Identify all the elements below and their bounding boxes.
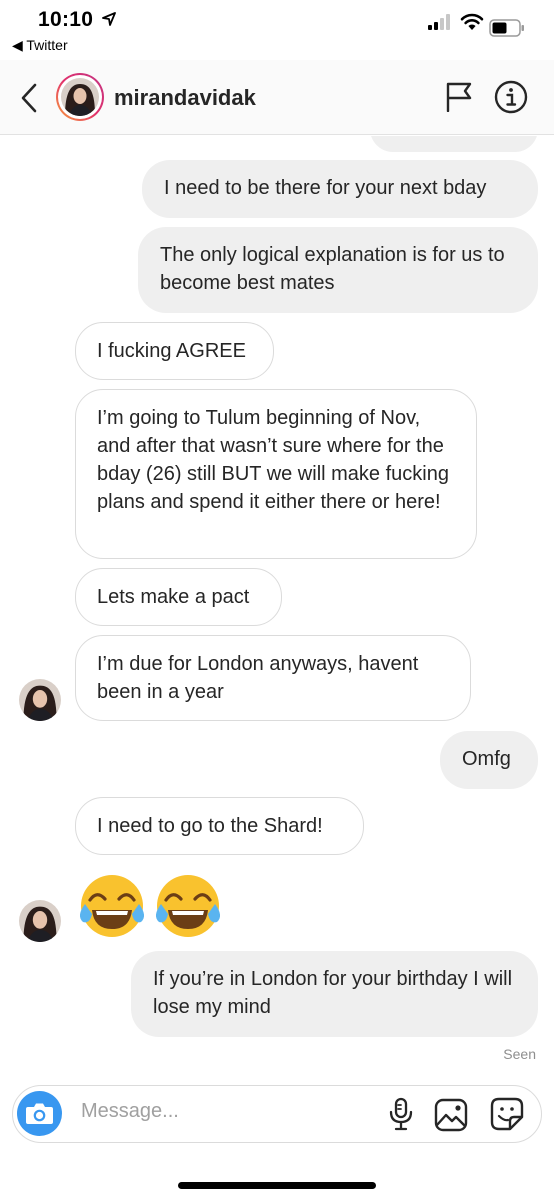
message-thread[interactable]: I need to be there for your next bday Th… [0, 136, 554, 1076]
message-bubble-outgoing[interactable]: If you’re in London for your birthday I … [131, 951, 538, 1037]
back-chevron-icon[interactable] [18, 82, 40, 114]
avatar-photo [19, 900, 61, 942]
info-icon[interactable] [494, 80, 528, 114]
status-time: 10:10 [38, 8, 94, 31]
home-indicator[interactable] [178, 1182, 376, 1189]
message-text: I need to go to the Shard! [97, 815, 323, 837]
seen-indicator: Seen [503, 1046, 536, 1062]
message-text: If you’re in London for your birthday I … [153, 968, 513, 1018]
location-arrow-icon [102, 12, 116, 26]
message-text: I’m going to Tulum beginning of Nov, and… [97, 407, 449, 513]
gallery-icon[interactable] [434, 1098, 468, 1132]
message-bubble-incoming[interactable]: Lets make a pact [75, 568, 282, 626]
tears-of-joy-emoji-icon [79, 875, 221, 937]
message-composer [12, 1085, 542, 1143]
sender-avatar[interactable] [19, 900, 61, 942]
camera-icon [26, 1103, 53, 1124]
message-bubble-cutoff [370, 136, 538, 152]
flag-icon[interactable] [445, 82, 473, 112]
profile-avatar[interactable] [56, 73, 104, 121]
message-text: I fucking AGREE [97, 340, 246, 362]
conversation-header: mirandavidak [0, 60, 554, 135]
message-text: The only logical explanation is for us t… [160, 244, 505, 294]
back-to-twitter[interactable]: ◀ Twitter [12, 37, 68, 54]
message-text: I need to be there for your next bday [164, 177, 487, 199]
message-text: Omfg [462, 748, 511, 770]
message-bubble-outgoing[interactable]: Omfg [440, 731, 538, 789]
microphone-icon[interactable] [387, 1097, 415, 1131]
message-bubble-incoming[interactable]: I need to go to the Shard! [75, 797, 364, 855]
message-text: I’m due for London anyways, havent been … [97, 653, 419, 703]
message-bubble-outgoing[interactable]: The only logical explanation is for us t… [138, 227, 538, 313]
avatar-photo [19, 679, 61, 721]
sticker-icon[interactable] [490, 1097, 524, 1131]
camera-button[interactable] [17, 1091, 62, 1136]
status-bar: 10:10 ◀ Twitter [0, 0, 554, 60]
message-bubble-incoming[interactable]: I’m going to Tulum beginning of Nov, and… [75, 389, 477, 559]
message-input[interactable] [81, 1100, 371, 1123]
message-bubble-incoming[interactable]: I’m due for London anyways, havent been … [75, 635, 471, 721]
sender-avatar[interactable] [19, 679, 61, 721]
chat-username[interactable]: mirandavidak [114, 85, 256, 111]
avatar-photo [61, 78, 99, 116]
emoji-message[interactable] [76, 870, 226, 942]
message-text: Lets make a pact [97, 586, 250, 608]
wifi-icon [460, 13, 484, 30]
signal-icon [428, 14, 450, 30]
message-bubble-outgoing[interactable]: I need to be there for your next bday [142, 160, 538, 218]
message-bubble-incoming[interactable]: I fucking AGREE [75, 322, 274, 380]
battery-icon [489, 19, 524, 37]
